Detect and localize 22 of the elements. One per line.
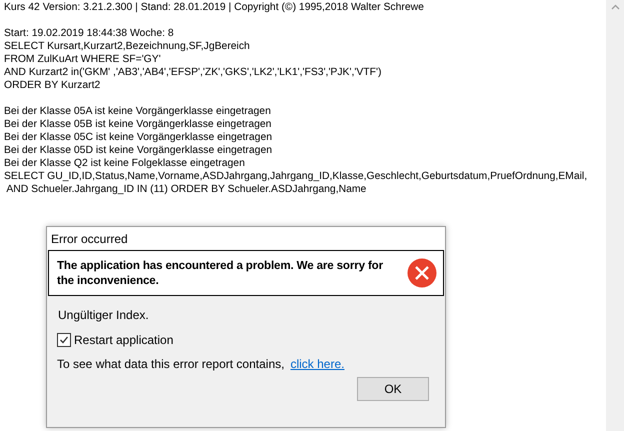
- log-line: AND Schueler.Jahrgang_ID IN (11) ORDER BY Schueler.ASDJahrgang,Name: [5, 183, 368, 196]
- details-link[interactable]: click here.: [290, 357, 344, 371]
- log-line: Bei der Klasse 05C ist keine Vorgängerklasse eingetragen: [4, 131, 274, 144]
- log-line: SELECT Kursart,Kurzart2,Bezeichnung,SF,JgBereich: [4, 40, 251, 53]
- log-line: Kurs 42 Version: 3.21.2.300 | Stand: 28.01.2019 | Copyright (©) 1995,2018 Walter Schrewe: [4, 1, 425, 14]
- log-line: Bei der Klasse 05A ist keine Vorgängerklasse eingetragen: [4, 105, 272, 118]
- error-message: Ungültiger Index.: [58, 308, 150, 322]
- restart-label[interactable]: Restart application: [74, 333, 174, 347]
- log-line: FROM ZulKuArt WHERE SF='GY': [4, 53, 162, 66]
- log-line: Start: 19.02.2019 18:44:38 Woche: 8: [4, 27, 175, 40]
- error-headline: The application has encountered a problem. We are sorry for the inconvenience.: [57, 258, 384, 288]
- log-line: ORDER BY Kurzart2: [4, 79, 102, 92]
- log-line: AND Kurzart2 in('GKM' ,'AB3','AB4','EFSP','ZK','GKS','LK2','LK1','FS3','PJK','VTF'): [4, 66, 382, 79]
- log-line: Bei der Klasse 05D ist keine Vorgängerklasse eingetragen: [4, 144, 274, 157]
- ok-button[interactable]: OK: [357, 377, 429, 401]
- error-icon: [407, 258, 437, 288]
- log-line: Bei der Klasse Q2 ist keine Folgeklasse eingetragen: [4, 157, 246, 170]
- log-line: SELECT GU_ID,ID,Status,Name,Vorname,ASDJahrgang,Jahrgang_ID,Klasse,Geschlecht,Geburtsdatum,PruefOrdnung,EMail,: [4, 170, 588, 183]
- log-line: Bei der Klasse 05B ist keine Vorgängerklasse eingetragen: [4, 118, 272, 131]
- details-text: To see what data this error report contains,: [57, 357, 284, 371]
- dialog-title: Error occurred: [51, 232, 128, 246]
- scrollbar[interactable]: [606, 0, 624, 431]
